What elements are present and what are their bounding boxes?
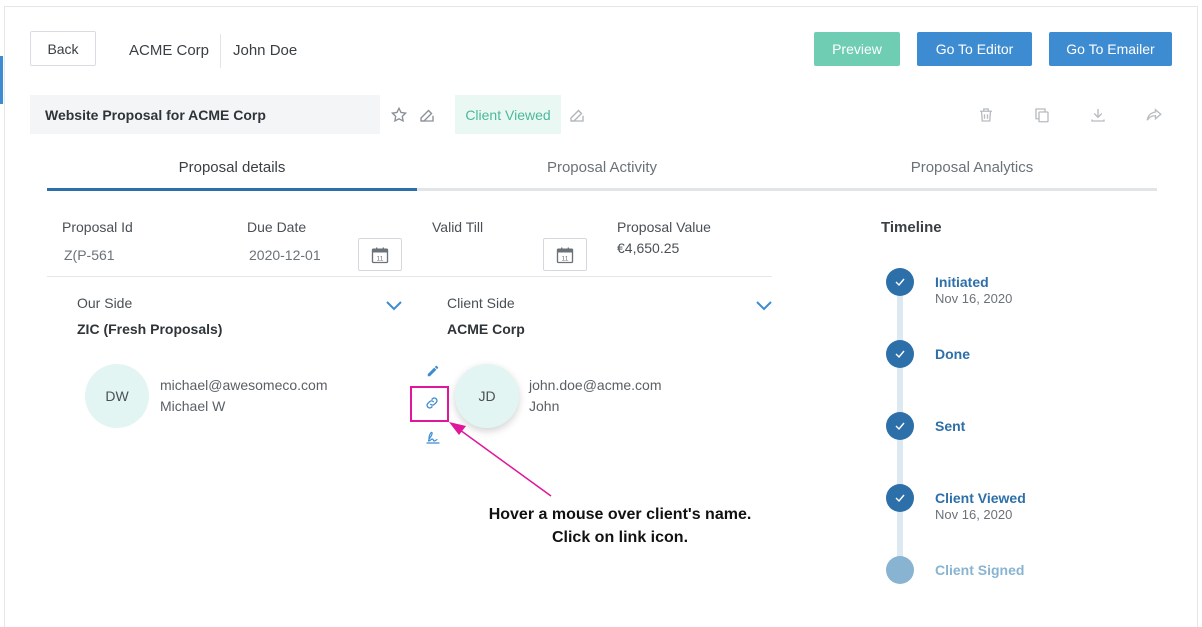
- timeline-node-client-signed: [886, 556, 914, 584]
- check-icon: [895, 350, 905, 359]
- annotation-line-1: Hover a mouse over client's name.: [488, 506, 752, 523]
- check-icon: [895, 278, 905, 287]
- timeline-date-client-viewed: Nov 16, 2020: [935, 507, 1013, 522]
- timeline-node-done: [886, 340, 914, 368]
- timeline-node-initiated: [886, 268, 914, 296]
- timeline-label-done: Done: [935, 346, 970, 362]
- timeline-date-initiated: Nov 16, 2020: [935, 291, 1013, 306]
- check-icon: [895, 494, 905, 503]
- timeline-node-client-viewed: [886, 484, 914, 512]
- timeline-label-initiated: Initiated: [935, 274, 989, 290]
- check-icon: [895, 422, 905, 431]
- timeline-label-sent: Sent: [935, 418, 966, 434]
- annotation-line-2: Click on link icon.: [551, 529, 689, 546]
- timeline-node-sent: [886, 412, 914, 440]
- timeline-title: Timeline: [881, 219, 942, 236]
- timeline-label-client-viewed: Client Viewed: [935, 490, 1026, 506]
- timeline-label-client-signed: Client Signed: [935, 562, 1025, 578]
